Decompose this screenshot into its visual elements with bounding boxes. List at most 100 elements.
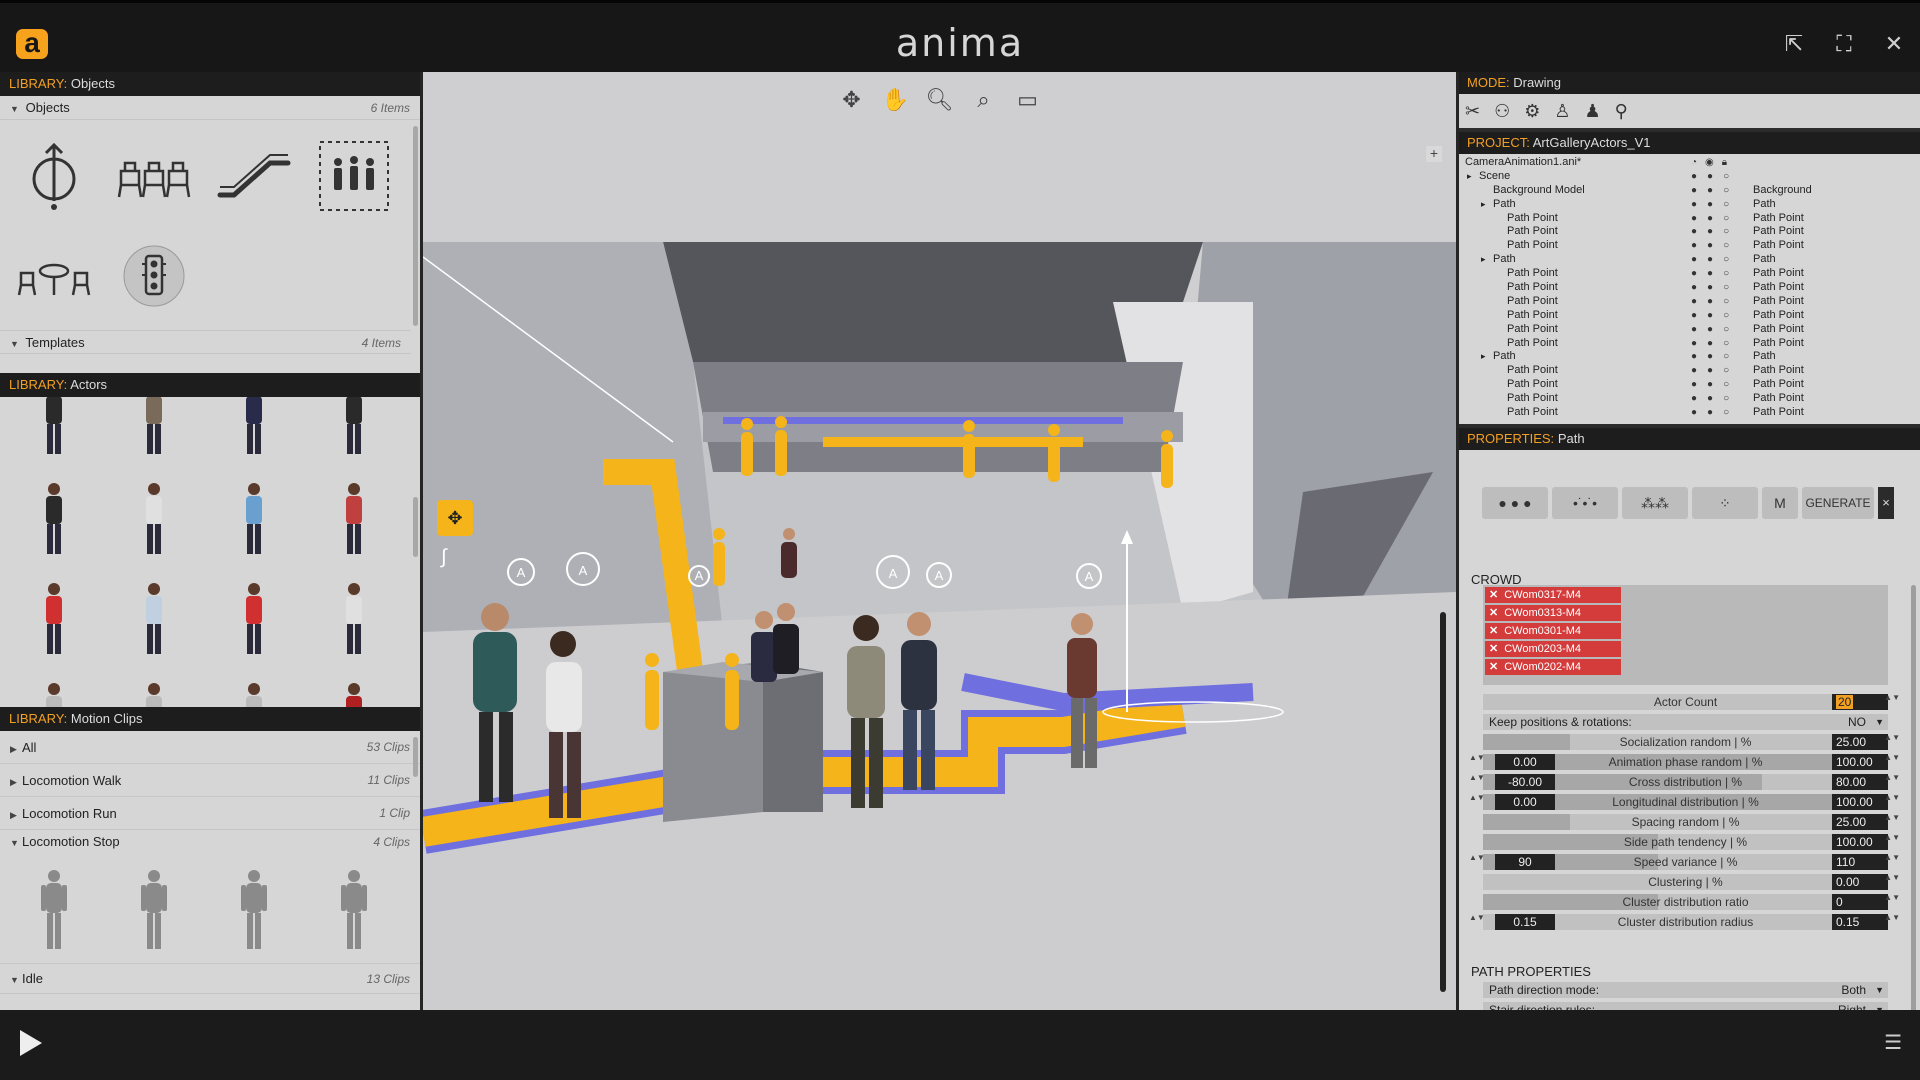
pan-icon[interactable]: ✋ (882, 86, 910, 114)
spinner-icon[interactable]: ▲▼ (1884, 914, 1900, 922)
m-actor-button[interactable]: M (1762, 487, 1798, 519)
viewport-scrollbar[interactable] (1440, 612, 1446, 992)
actor-thumbnail[interactable] (204, 557, 304, 657)
tree-row[interactable]: Background Model ●●○ Background (1459, 184, 1920, 198)
visibility-dots-icon[interactable]: ●●○ (1691, 378, 1739, 392)
actor-thumbnail[interactable] (104, 397, 204, 457)
generate-button[interactable]: GENERATE (1802, 487, 1874, 519)
visibility-dots-icon[interactable]: ●●○ (1691, 392, 1739, 406)
actor-thumbnail[interactable] (104, 657, 204, 707)
tree-row[interactable]: Path Point ●●○ Path Point (1459, 406, 1920, 420)
tree-row[interactable]: ▸ Path ●●○ Path (1459, 253, 1920, 267)
object-rotate-path[interactable] (4, 126, 104, 226)
object-crowd-group[interactable] (304, 126, 404, 226)
add-view-button[interactable]: + (1426, 146, 1442, 162)
group-pattern-button[interactable]: ⁘ (1692, 487, 1758, 519)
visibility-dots-icon[interactable]: ●●○ (1691, 170, 1739, 184)
motion-section-walk[interactable]: ▶ Locomotion Walk 11 Clips (0, 764, 420, 797)
popout-icon[interactable]: ⇱ (1782, 31, 1806, 57)
tree-row[interactable]: Path Point ●●○ Path Point (1459, 239, 1920, 253)
actors-scrollbar[interactable] (413, 497, 418, 557)
spinner-icon[interactable]: ▲▼ (1884, 894, 1900, 902)
orbit-icon[interactable]: ✥ (838, 86, 866, 114)
visibility-dots-icon[interactable]: ●●○ (1691, 406, 1739, 420)
actor-thumbnail[interactable] (204, 457, 304, 557)
select-move-tool-icon[interactable]: ✥ (437, 500, 473, 536)
spinner-icon[interactable]: ▲▼ (1884, 774, 1900, 782)
object-escalator[interactable] (204, 126, 304, 226)
tree-row[interactable]: Path Point ●●○ Path Point (1459, 281, 1920, 295)
tree-row[interactable]: Path Point ●●○ Path Point (1459, 337, 1920, 351)
actor-thumbnail[interactable] (204, 657, 304, 707)
field-value[interactable]: 110 (1832, 854, 1888, 870)
motion-clip-thumbnail[interactable] (4, 867, 104, 951)
wave-pattern-button[interactable]: •˙•˙• (1552, 487, 1618, 519)
field-value[interactable]: 80.00 (1832, 774, 1888, 790)
zoom-icon[interactable]: 🔍︎ (926, 86, 954, 114)
visibility-dots-icon[interactable]: ●●○ (1691, 267, 1739, 281)
actor-thumbnail[interactable] (304, 397, 404, 457)
properties-scrollbar[interactable] (1911, 585, 1916, 1025)
sliders-icon[interactable]: ☰ (1884, 1030, 1902, 1055)
field-value[interactable]: 0.15 (1832, 914, 1888, 930)
crowd-actor-item[interactable]: ✕ CWom0301-M4 (1485, 623, 1621, 639)
field-value[interactable]: 0 (1832, 894, 1888, 910)
motion-clip-thumbnail[interactable] (304, 867, 404, 951)
actor-thumbnail[interactable] (104, 557, 204, 657)
crowd-actor-item[interactable]: ✕ CWom0203-M4 (1485, 641, 1621, 657)
param-slider[interactable]: Socialization random | % 25.00 ▲▼ (1483, 734, 1900, 750)
expand-right-icon[interactable]: ▸ (1481, 253, 1486, 267)
actor-sit-icon[interactable]: ♙ (1554, 101, 1570, 122)
tree-row[interactable]: Path Point ●●○ Path Point (1459, 392, 1920, 406)
visibility-dots-icon[interactable]: ●●○ (1691, 337, 1739, 351)
param-slider[interactable]: 0.00 ▲▼ Longitudinal distribution | % 100.0… (1469, 794, 1900, 810)
param-slider[interactable]: 90 ▲▼ Speed variance | % 110 ▲▼ (1469, 854, 1900, 870)
actor-thumbnail[interactable] (4, 457, 104, 557)
spinner-icon[interactable]: ▲▼ (1884, 754, 1900, 762)
actor-thumbnail[interactable] (204, 397, 304, 457)
line-pattern-button[interactable]: ● ● ● (1482, 487, 1548, 519)
actor-count-field[interactable]: Actor Count 20 ▲▼ (1483, 694, 1900, 710)
tree-row[interactable]: ▸ Scene ●●○ (1459, 170, 1920, 184)
curve-tool-icon[interactable]: ∫ (441, 546, 471, 576)
visibility-dots-icon[interactable]: ●●○ (1691, 198, 1739, 212)
remove-icon[interactable]: ✕ (1489, 589, 1498, 601)
param-slider[interactable]: Side path tendency | % 100.00 ▲▼ (1483, 834, 1900, 850)
visibility-dots-icon[interactable]: ●●○ (1691, 239, 1739, 253)
motion-section-idle[interactable]: ▼ Idle 13 Clips (0, 964, 420, 994)
actor-thumbnail[interactable] (304, 457, 404, 557)
hierarchy-icon[interactable]: ⚇ (1494, 101, 1510, 122)
tree-row[interactable]: ▸ Path ●●○ Path (1459, 198, 1920, 212)
section-objects[interactable]: ▼ Objects 6 Items (0, 96, 420, 120)
spinner-icon[interactable]: ▲▼ (1884, 814, 1900, 822)
tree-row[interactable]: Path Point ●●○ Path Point (1459, 323, 1920, 337)
close-icon[interactable]: ✕ (1882, 31, 1906, 57)
visibility-dots-icon[interactable]: ●●○ (1691, 253, 1739, 267)
remove-icon[interactable]: ✕ (1489, 643, 1498, 655)
actor-thumbnail[interactable] (4, 557, 104, 657)
cluster-pattern-button[interactable]: ⁂⁂ (1622, 487, 1688, 519)
visibility-dots-icon[interactable]: ●●○ (1691, 350, 1739, 364)
visibility-dots-icon[interactable]: ●●○ (1691, 323, 1739, 337)
motion-section-all[interactable]: ▶ All 53 Clips (0, 731, 420, 764)
object-traffic-light[interactable] (104, 226, 204, 326)
tree-row[interactable]: ▸ Path ●●○ Path (1459, 350, 1920, 364)
field-value[interactable]: 100.00 (1832, 754, 1888, 770)
crowd-actor-item[interactable]: ✕ CWom0202-M4 (1485, 659, 1621, 675)
gear-icon[interactable]: ⚙ (1524, 101, 1540, 122)
visibility-dots-icon[interactable]: ●●○ (1691, 212, 1739, 226)
expand-right-icon[interactable]: ▸ (1481, 198, 1486, 212)
spinner-icon[interactable]: ▲▼ (1884, 694, 1900, 702)
visibility-dots-icon[interactable]: ●●○ (1691, 184, 1739, 198)
spinner-icon[interactable]: ▲▼ (1884, 794, 1900, 802)
3d-viewport[interactable]: A A A A A A ✥ ✋ 🔍︎ ⌕ ▭ + ✥ ∫ (423, 72, 1456, 1010)
param-slider[interactable]: Spacing random | % 25.00 ▲▼ (1483, 814, 1900, 830)
crowd-actor-item[interactable]: ✕ CWom0313-M4 (1485, 605, 1621, 621)
tree-row[interactable]: Path Point ●●○ Path Point (1459, 364, 1920, 378)
param-slider[interactable]: -80.00 ▲▼ Cross distribution | % 80.00 ▲▼ (1469, 774, 1900, 790)
field-value[interactable]: 25.00 (1832, 814, 1888, 830)
crowd-actor-item[interactable]: ✕ CWom0317-M4 (1485, 587, 1621, 603)
actor-walk-icon[interactable]: ⚲ (1615, 101, 1628, 122)
remove-icon[interactable]: ✕ (1489, 607, 1498, 619)
actor-thumbnail[interactable] (304, 657, 404, 707)
